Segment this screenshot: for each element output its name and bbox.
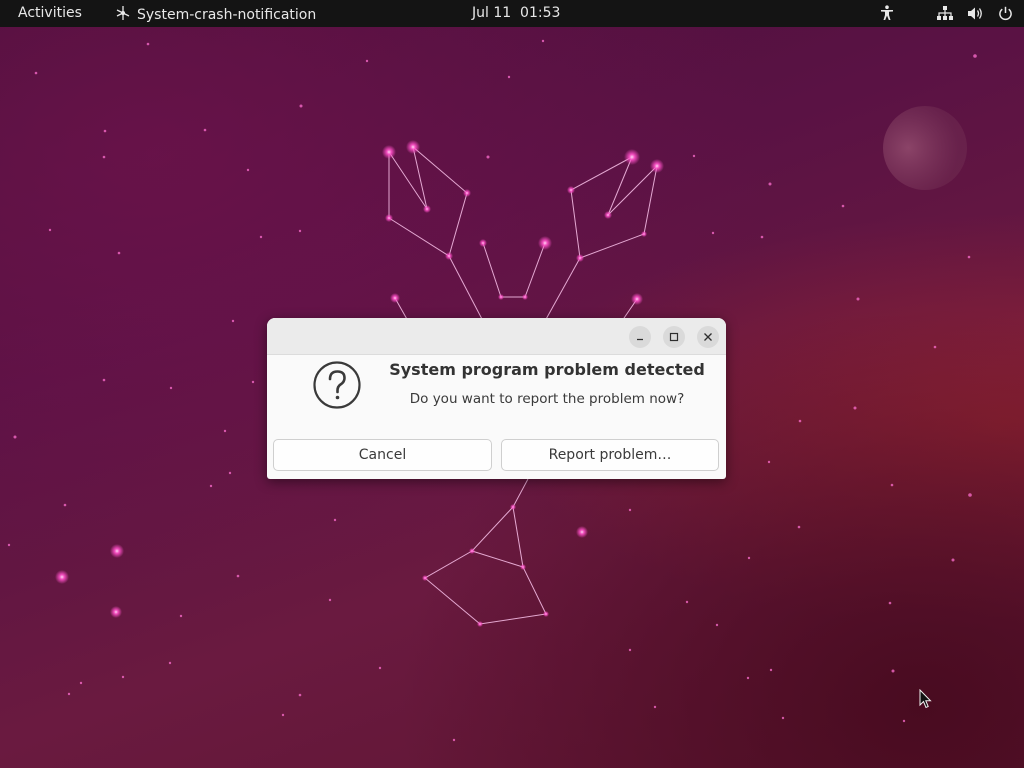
- maximize-button[interactable]: [663, 326, 685, 348]
- cancel-button[interactable]: Cancel: [273, 439, 492, 471]
- dialog-heading: System program problem detected: [389, 360, 705, 379]
- crash-report-icon: [115, 5, 131, 25]
- power-icon[interactable]: [996, 4, 1014, 22]
- minimize-button[interactable]: [629, 326, 651, 348]
- report-problem-button[interactable]: Report problem…: [501, 439, 719, 471]
- top-bar: Activities System-crash-notification Jul…: [0, 0, 1024, 27]
- network-icon[interactable]: [936, 4, 954, 22]
- question-icon: [312, 360, 362, 414]
- mouse-pointer-icon: [919, 688, 933, 713]
- app-menu[interactable]: System-crash-notification: [115, 5, 316, 25]
- dialog-message: Do you want to report the problem now?: [409, 391, 685, 407]
- close-button[interactable]: [697, 326, 719, 348]
- app-name-label: System-crash-notification: [137, 7, 317, 23]
- accessibility-icon[interactable]: [878, 4, 896, 22]
- system-tray[interactable]: [878, 4, 1014, 22]
- crash-dialog: System program problem detected Do you w…: [267, 318, 726, 479]
- clock[interactable]: Jul 11 01:53: [472, 5, 560, 21]
- activities-button[interactable]: Activities: [18, 5, 82, 21]
- dialog-titlebar[interactable]: [267, 318, 726, 355]
- volume-icon[interactable]: [966, 4, 984, 22]
